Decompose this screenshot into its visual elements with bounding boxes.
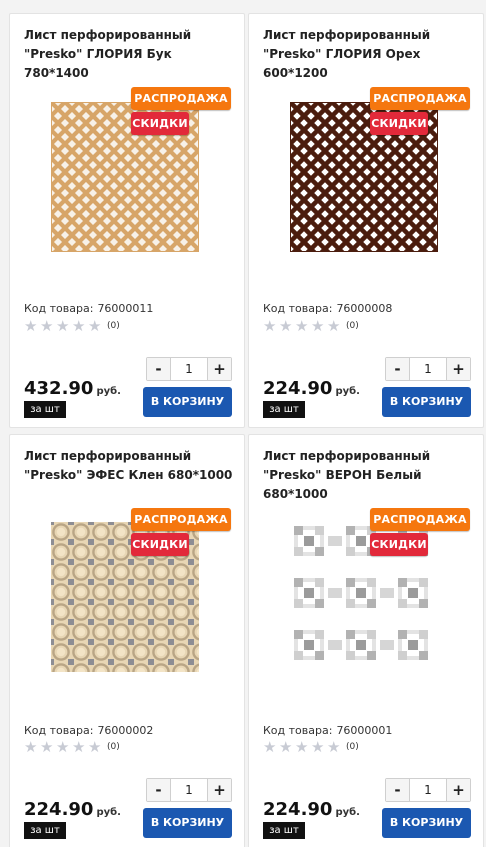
star-icon: ★ — [72, 316, 86, 335]
rating: ★ ★ ★ ★ ★ (0) — [24, 318, 120, 334]
price-currency: руб. — [96, 807, 121, 818]
star-icon: ★ — [40, 737, 54, 756]
add-to-cart-button[interactable]: В КОРЗИНУ — [382, 808, 471, 838]
price-value: 224.90 — [263, 799, 333, 820]
star-icon: ★ — [279, 737, 293, 756]
code-value: 76000008 — [336, 302, 393, 315]
code-label: Код товара: — [263, 724, 333, 737]
rating: ★ ★ ★ ★ ★ (0) — [24, 739, 120, 755]
rating-stars: ★ ★ ★ ★ ★ — [263, 316, 343, 335]
code-label: Код товара: — [24, 302, 94, 315]
decrease-button[interactable]: - — [386, 779, 410, 801]
price-currency: руб. — [335, 807, 360, 818]
rating: ★ ★ ★ ★ ★ (0) — [263, 739, 359, 755]
product-title[interactable]: Лист перфорированный "Presko" ГЛОРИЯ Бук… — [24, 26, 236, 83]
sale-badge: РАСПРОДАЖА — [370, 508, 470, 531]
discount-badge: СКИДКИ — [370, 112, 428, 135]
star-icon: ★ — [263, 737, 277, 756]
unit-label: за шт — [24, 822, 66, 839]
quantity-input[interactable]: 1 — [410, 358, 446, 380]
decrease-button[interactable]: - — [147, 358, 171, 380]
price-value: 224.90 — [263, 378, 333, 399]
star-icon: ★ — [327, 737, 341, 756]
code-value: 76000001 — [336, 724, 393, 737]
product-code: Код товара: 76000002 — [24, 724, 153, 737]
discount-badge: СКИДКИ — [131, 112, 189, 135]
product-title[interactable]: Лист перфорированный "Presko" ЭФЕС Клен … — [24, 447, 236, 485]
product-card: Лист перфорированный "Presko" ВЕРОН Белы… — [248, 434, 484, 847]
star-icon: ★ — [24, 316, 38, 335]
quantity-stepper: - 1 + — [146, 778, 232, 802]
star-icon: ★ — [56, 316, 70, 335]
star-icon: ★ — [56, 737, 70, 756]
product-code: Код товара: 76000011 — [24, 302, 153, 315]
decrease-button[interactable]: - — [147, 779, 171, 801]
sale-badge: РАСПРОДАЖА — [131, 508, 231, 531]
code-value: 76000011 — [97, 302, 154, 315]
price-currency: руб. — [96, 386, 121, 397]
price-value: 224.90 — [24, 799, 94, 820]
decrease-button[interactable]: - — [386, 358, 410, 380]
star-icon: ★ — [311, 737, 325, 756]
star-icon: ★ — [24, 737, 38, 756]
quantity-stepper: - 1 + — [385, 778, 471, 802]
product-card: Лист перфорированный "Presko" ЭФЕС Клен … — [9, 434, 245, 847]
quantity-stepper: - 1 + — [146, 357, 232, 381]
product-title[interactable]: Лист перфорированный "Presko" ГЛОРИЯ Оре… — [263, 26, 475, 83]
add-to-cart-button[interactable]: В КОРЗИНУ — [143, 808, 232, 838]
increase-button[interactable]: + — [446, 358, 470, 380]
sale-badge: РАСПРОДАЖА — [131, 87, 231, 110]
add-to-cart-button[interactable]: В КОРЗИНУ — [143, 387, 232, 417]
rating: ★ ★ ★ ★ ★ (0) — [263, 318, 359, 334]
quantity-input[interactable]: 1 — [410, 779, 446, 801]
price: 224.90 руб. — [263, 799, 360, 820]
star-icon: ★ — [88, 316, 102, 335]
code-value: 76000002 — [97, 724, 154, 737]
add-to-cart-button[interactable]: В КОРЗИНУ — [382, 387, 471, 417]
star-icon: ★ — [327, 316, 341, 335]
quantity-input[interactable]: 1 — [171, 779, 207, 801]
quantity-input[interactable]: 1 — [171, 358, 207, 380]
increase-button[interactable]: + — [446, 779, 470, 801]
rating-stars: ★ ★ ★ ★ ★ — [263, 737, 343, 756]
code-label: Код товара: — [263, 302, 333, 315]
reviews-count: (0) — [107, 742, 120, 752]
star-icon: ★ — [279, 316, 293, 335]
unit-label: за шт — [263, 822, 305, 839]
rating-stars: ★ ★ ★ ★ ★ — [24, 737, 104, 756]
star-icon: ★ — [72, 737, 86, 756]
reviews-count: (0) — [107, 321, 120, 331]
reviews-count: (0) — [346, 321, 359, 331]
product-card: Лист перфорированный "Presko" ГЛОРИЯ Оре… — [248, 13, 484, 428]
increase-button[interactable]: + — [207, 358, 231, 380]
rating-stars: ★ ★ ★ ★ ★ — [24, 316, 104, 335]
price-currency: руб. — [335, 386, 360, 397]
star-icon: ★ — [311, 316, 325, 335]
unit-label: за шт — [24, 401, 66, 418]
discount-badge: СКИДКИ — [370, 533, 428, 556]
product-code: Код товара: 76000001 — [263, 724, 392, 737]
reviews-count: (0) — [346, 742, 359, 752]
price: 432.90 руб. — [24, 378, 121, 399]
discount-badge: СКИДКИ — [131, 533, 189, 556]
star-icon: ★ — [295, 316, 309, 335]
price: 224.90 руб. — [263, 378, 360, 399]
quantity-stepper: - 1 + — [385, 357, 471, 381]
code-label: Код товара: — [24, 724, 94, 737]
star-icon: ★ — [40, 316, 54, 335]
star-icon: ★ — [295, 737, 309, 756]
product-card: Лист перфорированный "Presko" ГЛОРИЯ Бук… — [9, 13, 245, 428]
unit-label: за шт — [263, 401, 305, 418]
price: 224.90 руб. — [24, 799, 121, 820]
product-code: Код товара: 76000008 — [263, 302, 392, 315]
increase-button[interactable]: + — [207, 779, 231, 801]
product-title[interactable]: Лист перфорированный "Presko" ВЕРОН Белы… — [263, 447, 475, 504]
star-icon: ★ — [263, 316, 277, 335]
sale-badge: РАСПРОДАЖА — [370, 87, 470, 110]
price-value: 432.90 — [24, 378, 94, 399]
star-icon: ★ — [88, 737, 102, 756]
